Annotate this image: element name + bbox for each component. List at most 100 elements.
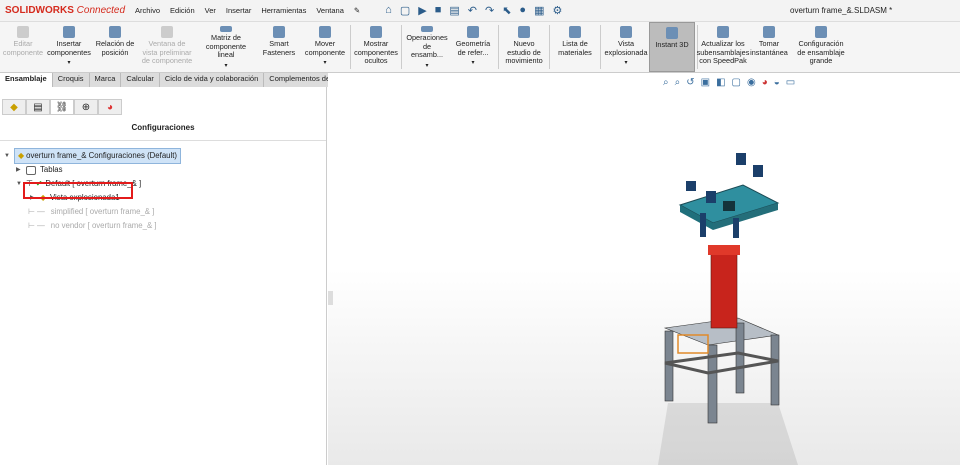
dropdown-arrow-icon[interactable]: ▾	[624, 59, 627, 68]
ribbon-button-1[interactable]: Insertar componentes ▾	[46, 22, 92, 72]
ribbon-button-0[interactable]: Editar componente	[0, 22, 46, 72]
teal-plate	[678, 184, 780, 230]
pin-icon[interactable]: ✎	[354, 6, 360, 15]
ribbon-label: Mover componente	[304, 39, 346, 57]
ribbon-separator	[350, 25, 351, 69]
table-icon	[26, 165, 36, 175]
ribbon-button-16[interactable]: Configuración de ensamblaje grande	[792, 22, 850, 72]
ribbon-button-13[interactable]: Instant 3D	[649, 22, 695, 72]
menu-bar: Archivo Edición Ver Insertar Herramientas Ven…	[130, 6, 365, 15]
dimxpert-tab-icon[interactable]: ⊕	[74, 99, 98, 115]
tree-root[interactable]: ◆ overturn frame_& Configuraciones (Defa…	[14, 148, 181, 164]
app-logo: SOLIDWORKS Connected	[5, 5, 126, 16]
feature-tree-tab-icon[interactable]: ◆	[2, 99, 26, 115]
ribbon-label: Actualizar los subensamblajes con SpeedP…	[696, 39, 750, 65]
feature-manager-panel: ◆ ▤ ⛓ ⊕ ◕ Configuraciones ▼ ◆ overturn fr…	[0, 87, 327, 465]
ribbon-separator	[600, 25, 601, 69]
ribbon-separator	[549, 25, 550, 69]
undo-icon[interactable]: ↶	[468, 4, 477, 17]
tab-0[interactable]: Ensamblaje	[0, 73, 53, 87]
ribbon-label: Nuevo estudio de movimiento	[505, 39, 543, 65]
panel-title: Configuraciones	[0, 123, 326, 141]
ribbon-label: Relación de posición	[95, 39, 135, 57]
open-icon[interactable]: ▶	[418, 4, 426, 17]
ribbon-icon	[63, 26, 75, 38]
configuration-manager-tab-icon[interactable]: ⛓	[50, 99, 74, 115]
ribbon-separator	[401, 25, 402, 69]
tab-1[interactable]: Croquis	[52, 73, 90, 87]
ribbon-icon	[569, 26, 581, 38]
expand-icon[interactable]: ▶	[16, 163, 26, 177]
ribbon-label: Matriz de componente lineal	[205, 33, 247, 59]
menu-edicion[interactable]: Edición	[170, 6, 195, 15]
menu-ver[interactable]: Ver	[205, 6, 216, 15]
ribbon-icon	[161, 26, 173, 38]
ribbon-icon	[518, 26, 530, 38]
display-manager-tab-icon[interactable]: ◕	[98, 99, 122, 115]
ribbon-label: Editar componente	[2, 39, 44, 57]
ribbon-button-12[interactable]: Vista explosionada ▾	[603, 22, 649, 72]
home-icon[interactable]: ⌂	[385, 4, 392, 17]
document-title: overturn frame_&.SLDASM *	[790, 6, 893, 15]
ribbon-icon	[666, 27, 678, 39]
ribbon-icon	[467, 26, 479, 38]
ribbon-button-6[interactable]: Mover componente ▾	[302, 22, 348, 72]
collapse-icon[interactable]: ▼	[4, 149, 14, 163]
ribbon-label: Smart Fasteners	[262, 39, 296, 57]
new-icon[interactable]: ▢	[400, 4, 410, 17]
ribbon-button-2[interactable]: Relación de posición	[92, 22, 138, 72]
ribbon-button-14[interactable]: Actualizar los subensamblajes con SpeedP…	[697, 22, 749, 72]
tab-4[interactable]: Ciclo de vida y colaboración	[159, 73, 265, 87]
graphics-viewport[interactable]: ⌕ ⌕ ↺ ▣ ◧ ▢ ◉ ◕ ◒ ▭	[328, 73, 960, 465]
ribbon-button-15[interactable]: Tomar instantánea	[746, 22, 792, 72]
ribbon-button-3[interactable]: Ventana de vista preliminar de component…	[138, 22, 196, 72]
tab-3[interactable]: Calcular	[121, 73, 160, 87]
ribbon-icon	[421, 26, 433, 32]
select-icon[interactable]: ⬉	[502, 4, 511, 17]
ribbon-label: Tomar instantánea	[750, 39, 788, 57]
quick-access-toolbar: ⌂ ▢ ▶ ■ ▤ ↶ ↷ ⬉ ● ▦ ⚙	[385, 4, 562, 17]
options-icon[interactable]: ⚙	[552, 4, 562, 17]
menu-archivo[interactable]: Archivo	[135, 6, 160, 15]
title-bar: SOLIDWORKS Connected Archivo Edición Ver In…	[0, 0, 960, 22]
menu-herramientas[interactable]: Herramientas	[261, 6, 306, 15]
config-icon: ⊢ —	[28, 207, 45, 216]
ribbon-button-8[interactable]: Operaciones de ensamb... ▾	[404, 22, 450, 72]
dropdown-arrow-icon[interactable]: ▾	[471, 59, 474, 68]
file-properties-icon[interactable]: ▦	[534, 4, 544, 17]
tree-item-tablas[interactable]: Tablas	[40, 163, 63, 177]
highlight-box	[23, 182, 133, 199]
menu-ventana[interactable]: Ventana	[316, 6, 344, 15]
config-icon: ⊢ —	[28, 221, 45, 230]
dropdown-arrow-icon[interactable]: ▾	[67, 59, 70, 68]
ribbon-button-5[interactable]: Smart Fasteners	[256, 22, 302, 72]
assembly-icon: ◆	[18, 151, 27, 160]
tab-2[interactable]: Marca	[89, 73, 122, 87]
ribbon-icon	[717, 26, 729, 38]
ribbon-button-10[interactable]: Nuevo estudio de movimiento	[501, 22, 547, 72]
ribbon-icon	[17, 26, 29, 38]
redo-icon[interactable]: ↷	[485, 4, 494, 17]
ribbon-icon	[273, 26, 285, 38]
ribbon-icon	[620, 26, 632, 38]
ribbon-button-11[interactable]: Lista de materiales	[552, 22, 598, 72]
ribbon-label: Instant 3D	[655, 40, 689, 49]
ribbon-label: Configuración de ensamblaje grande	[797, 39, 845, 65]
dropdown-arrow-icon[interactable]: ▾	[425, 62, 428, 71]
tree-item-simplified[interactable]: simplified [ overturn frame_& ]	[51, 205, 155, 219]
traffic-light-icon[interactable]: ●	[519, 4, 526, 17]
ribbon-button-7[interactable]: Mostrar componentes ocultos	[353, 22, 399, 72]
property-manager-tab-icon[interactable]: ▤	[26, 99, 50, 115]
dropdown-arrow-icon[interactable]: ▾	[323, 59, 326, 68]
ribbon-label: Operaciones de ensamb...	[406, 33, 448, 59]
menu-insertar[interactable]: Insertar	[226, 6, 251, 15]
assembly-model	[658, 153, 798, 465]
ribbon-icon	[815, 26, 827, 38]
ribbon-separator	[498, 25, 499, 69]
ribbon-button-4[interactable]: Matriz de componente lineal ▾	[196, 22, 256, 72]
save-icon[interactable]: ■	[435, 4, 442, 17]
print-icon[interactable]: ▤	[449, 4, 459, 17]
dropdown-arrow-icon[interactable]: ▾	[224, 62, 227, 71]
tree-item-no-vendor[interactable]: no vendor [ overturn frame_& ]	[51, 219, 157, 233]
ribbon-button-9[interactable]: Geometría de refer... ▾	[450, 22, 496, 72]
